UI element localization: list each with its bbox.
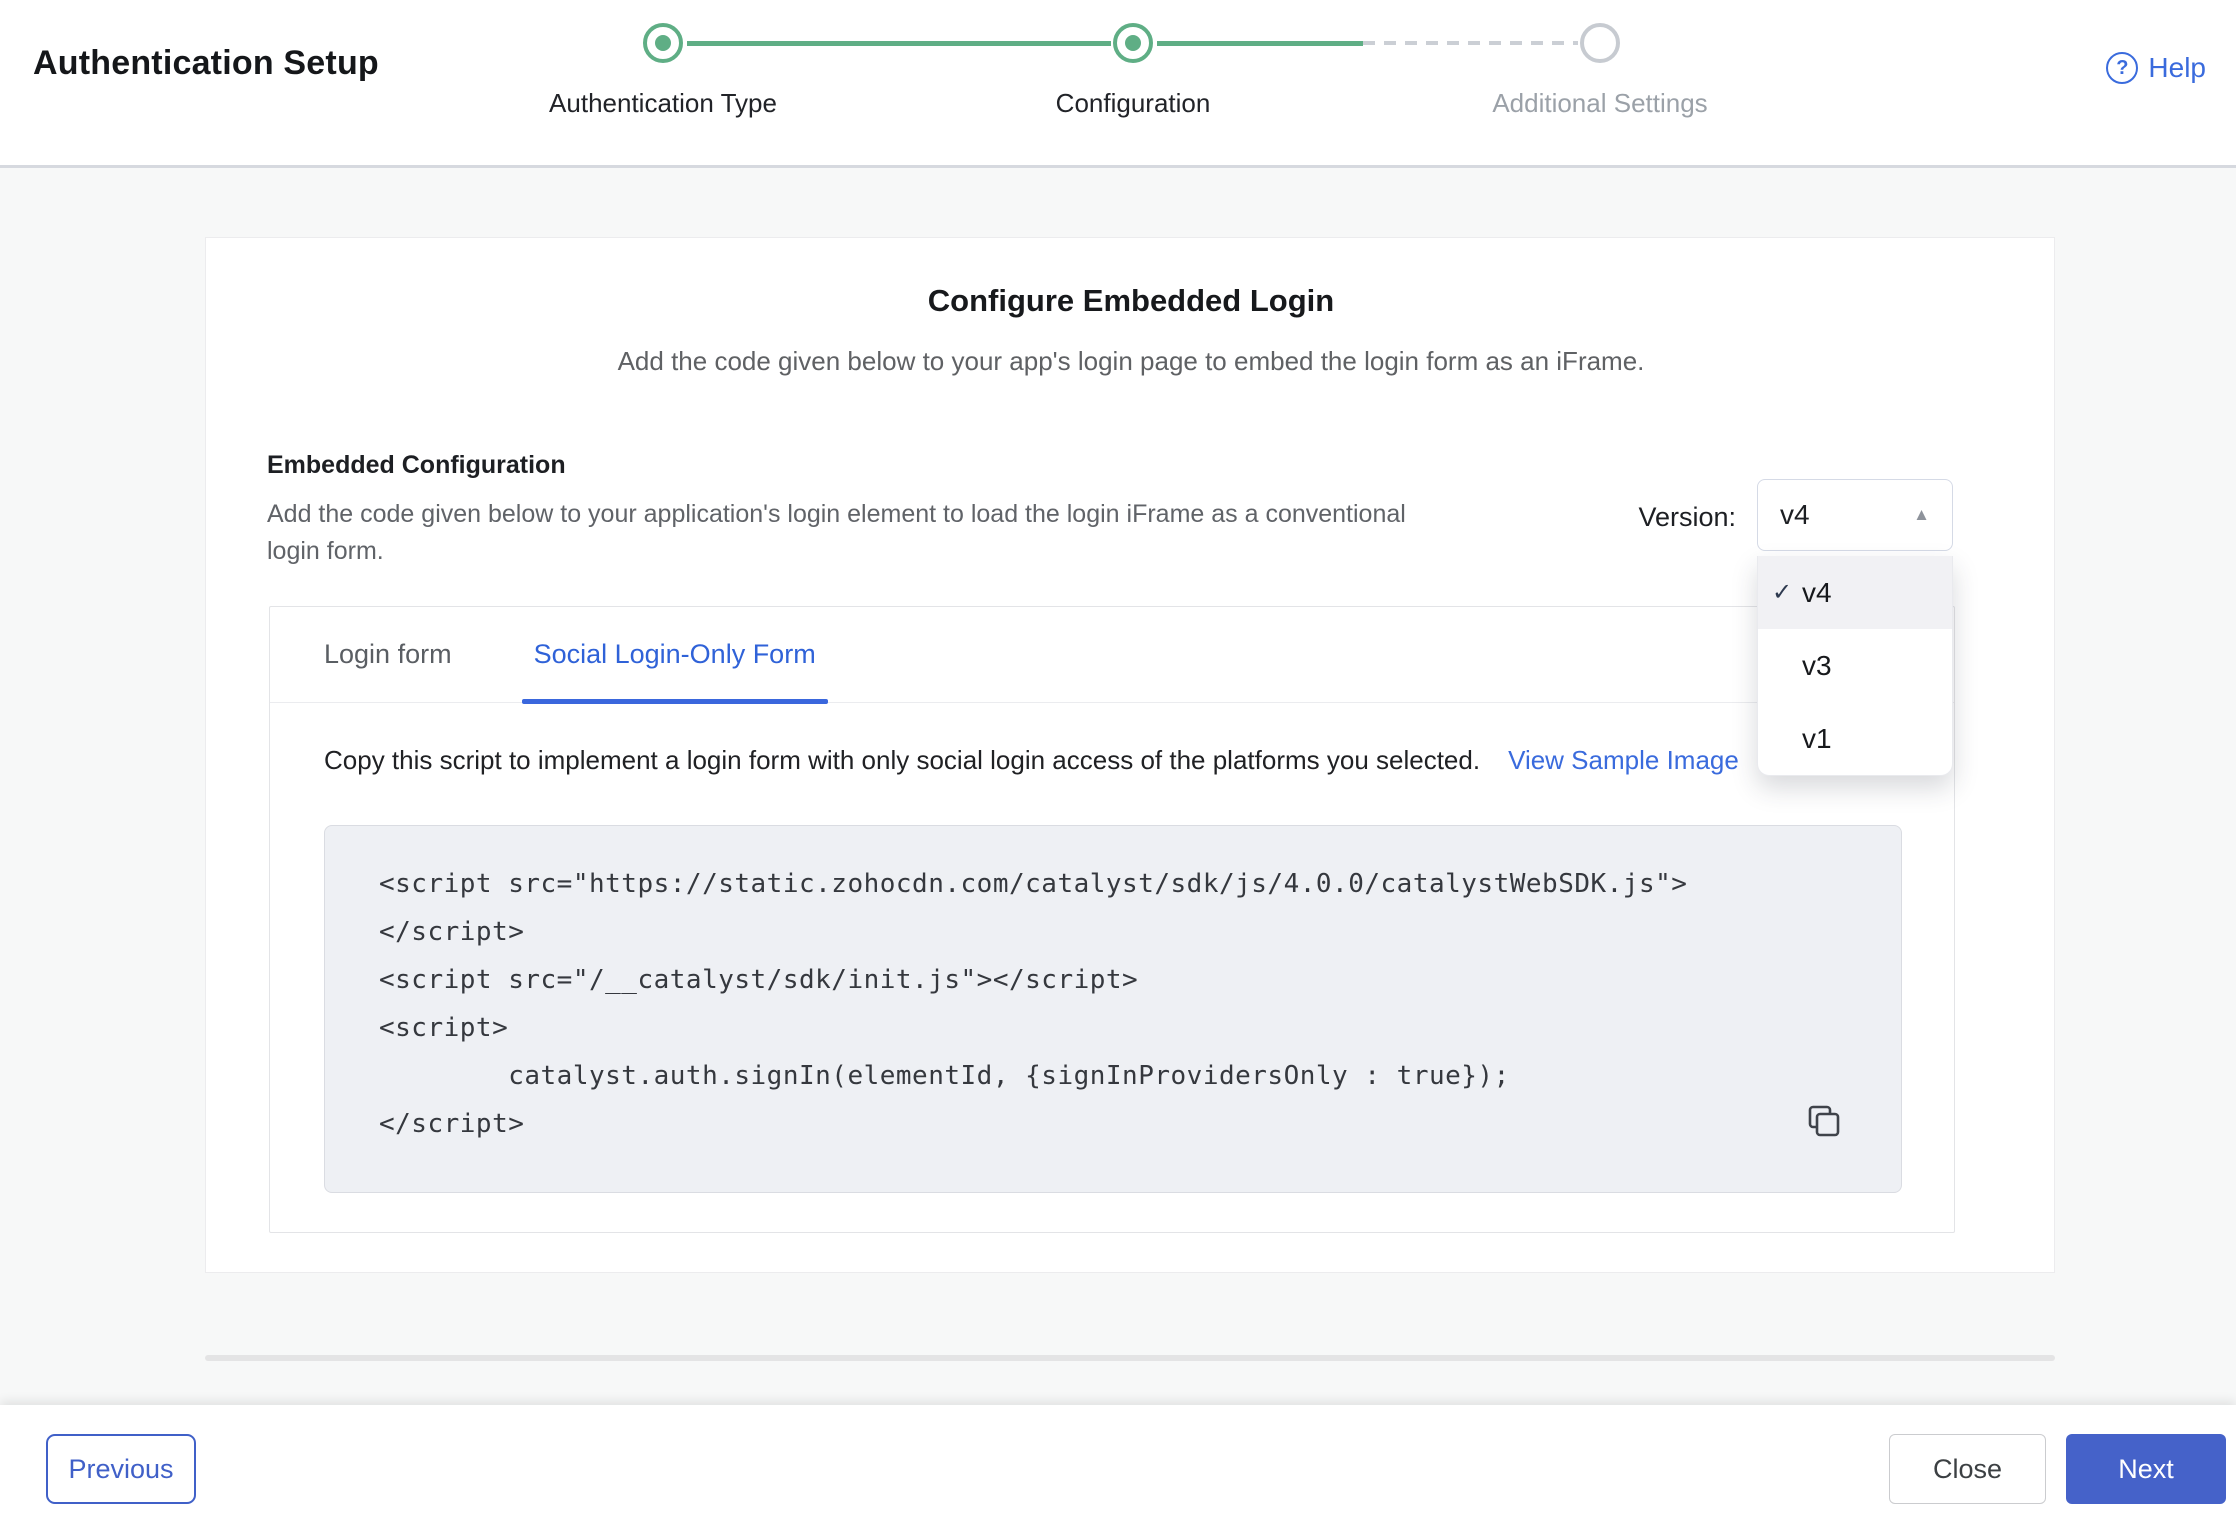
instruction-row: Copy this script to implement a login fo…	[324, 745, 1902, 776]
version-label: Version:	[1536, 502, 1736, 533]
help-button[interactable]: ? Help	[2106, 52, 2206, 84]
code-snippet-block: <script src="https://static.zohocdn.com/…	[324, 825, 1902, 1193]
app-header: Authentication Setup Authentication Type…	[0, 0, 2236, 168]
step-label-additional-settings: Additional Settings	[1400, 88, 1800, 119]
step-circle-authentication-type	[643, 23, 683, 63]
step-connector-2-solid	[1157, 41, 1363, 46]
card-heading: Configure Embedded Login	[206, 283, 2056, 319]
close-button[interactable]: Close	[1889, 1434, 2046, 1504]
version-option-v3[interactable]: v3	[1758, 629, 1952, 702]
version-dropdown-menu: ✓ v4 v3 v1	[1757, 556, 1953, 776]
version-select[interactable]: v4 ▲	[1757, 479, 1953, 551]
version-selected-value: v4	[1780, 499, 1810, 531]
embedded-configuration-title: Embedded Configuration	[267, 451, 566, 480]
page-title: Authentication Setup	[33, 44, 379, 83]
help-label: Help	[2148, 52, 2206, 84]
version-option-label: v4	[1802, 577, 1832, 609]
step-circle-configuration	[1113, 23, 1153, 63]
code-line: </script>	[379, 908, 1901, 956]
step-circle-additional-settings	[1580, 23, 1620, 63]
tab-login-form[interactable]: Login form	[312, 607, 464, 703]
version-option-v1[interactable]: v1	[1758, 702, 1952, 775]
chevron-up-icon: ▲	[1913, 505, 1930, 525]
pre-footer-divider	[205, 1355, 2055, 1361]
copy-code-icon[interactable]	[1805, 1102, 1843, 1140]
code-line: <script src="https://static.zohocdn.com/…	[379, 860, 1901, 908]
tab-bar: Login form Social Login-Only Form	[270, 607, 1954, 703]
previous-button[interactable]: Previous	[46, 1434, 196, 1504]
code-line: catalyst.auth.signIn(elementId, {signInP…	[379, 1052, 1901, 1100]
next-button[interactable]: Next	[2066, 1434, 2226, 1504]
code-line: <script src="/__catalyst/sdk/init.js"></…	[379, 956, 1901, 1004]
embedded-configuration-description: Add the code given below to your applica…	[267, 496, 1437, 570]
version-option-v4[interactable]: ✓ v4	[1758, 556, 1952, 629]
tab-social-login-only-form[interactable]: Social Login-Only Form	[522, 607, 828, 703]
step-connector-2-dashed	[1363, 41, 1578, 45]
step-connector-1	[687, 41, 1111, 46]
version-option-label: v1	[1802, 723, 1832, 755]
version-option-label: v3	[1802, 650, 1832, 682]
code-line: <script>	[379, 1004, 1901, 1052]
view-sample-image-link[interactable]: View Sample Image	[1508, 745, 1739, 775]
help-icon: ?	[2106, 52, 2138, 84]
step-label-authentication-type: Authentication Type	[463, 88, 863, 119]
app-footer: Previous Close Next	[0, 1405, 2236, 1518]
check-icon: ✓	[1772, 578, 1800, 607]
step-label-configuration: Configuration	[933, 88, 1333, 119]
copy-script-instruction: Copy this script to implement a login fo…	[324, 745, 1480, 775]
card-subheading: Add the code given below to your app's l…	[206, 346, 2056, 377]
code-line: </script>	[379, 1100, 1901, 1148]
login-form-tab-panel: Login form Social Login-Only Form Copy t…	[269, 606, 1955, 1233]
